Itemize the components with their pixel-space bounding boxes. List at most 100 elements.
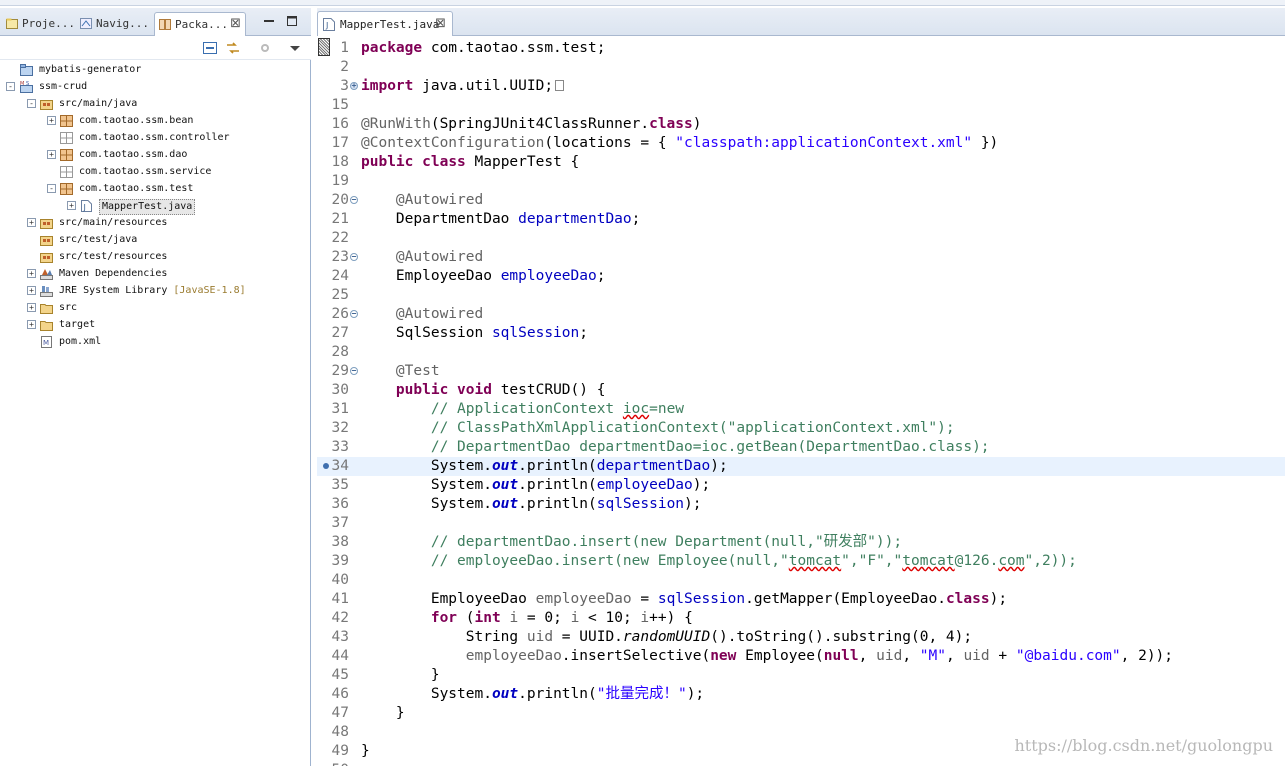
tab-mappertest-java[interactable]: J MapperTest.java ⊠ <box>317 11 453 36</box>
view-toolbar <box>0 36 311 60</box>
code-token: String <box>361 629 527 645</box>
tree-item[interactable]: com.taotao.ssm.service <box>0 164 310 181</box>
code-line[interactable]: 36 System.out.println(sqlSession); <box>317 495 1285 514</box>
jre-library-icon <box>40 286 53 297</box>
collapse-toggle[interactable]: - <box>27 99 36 108</box>
code-token: // ClassPathXmlApplicationContext("appli… <box>361 420 955 436</box>
code-line[interactable]: 23− @Autowired <box>317 248 1285 267</box>
code-line[interactable]: 29− @Test <box>317 362 1285 381</box>
tab-project-explorer[interactable]: Proje... <box>2 12 75 36</box>
collapse-fold-icon[interactable]: − <box>350 253 358 261</box>
code-line[interactable]: 16 @RunWith(SpringJUnit4ClassRunner.class… <box>317 115 1285 134</box>
code-line[interactable]: 50 <box>317 761 1285 766</box>
tree-item[interactable]: + target <box>0 317 310 334</box>
code-line[interactable]: 39 // employeeDao.insert(new Employee(nu… <box>317 552 1285 571</box>
tree-item-label: JRE System Library [JavaSE-1.8] <box>59 285 246 296</box>
code-line[interactable]: 2 <box>317 58 1285 77</box>
code-token: class <box>649 116 693 132</box>
collapse-fold-icon[interactable]: − <box>350 196 358 204</box>
code-line[interactable]: 15 <box>317 96 1285 115</box>
collapse-fold-icon[interactable]: − <box>350 310 358 318</box>
tree-item[interactable]: + J MapperTest.java <box>0 198 310 215</box>
code-token: // departmentDao.insert(new Department(n… <box>361 534 903 550</box>
code-line[interactable]: 33 // DepartmentDao departmentDao=ioc.ge… <box>317 438 1285 457</box>
folded-import-icon[interactable] <box>555 80 565 91</box>
tree-item[interactable]: com.taotao.ssm.controller <box>0 130 310 147</box>
code-area[interactable]: 1 package com.taotao.ssm.test; 2 3 + import j… <box>317 38 1285 766</box>
code-text: for (int i = 0; i < 10; i++) { <box>361 609 693 628</box>
code-line[interactable]: 3 + import java.util.UUID; <box>317 77 1285 96</box>
code-token: i <box>509 610 519 626</box>
expand-toggle[interactable]: + <box>47 150 56 159</box>
tree-item[interactable]: - M Sssm-crud <box>0 79 310 96</box>
tree-item[interactable]: + com.taotao.ssm.bean <box>0 113 310 130</box>
code-line[interactable]: 46 System.out.println("批量完成！"); <box>317 685 1285 704</box>
code-line[interactable]: 28 <box>317 343 1285 362</box>
expand-toggle[interactable]: + <box>47 116 56 125</box>
code-line[interactable]: 25 <box>317 286 1285 305</box>
code-line[interactable]: 31 // ApplicationContext ioc=new <box>317 400 1285 419</box>
tree-item[interactable]: + src <box>0 300 310 317</box>
tree-item[interactable]: + Maven Dependencies <box>0 266 310 283</box>
collapse-fold-icon[interactable]: − <box>350 367 358 375</box>
link-with-editor-icon[interactable] <box>225 41 241 55</box>
code-line[interactable]: 1 package com.taotao.ssm.test; <box>317 39 1285 58</box>
code-line[interactable]: 43 String uid = UUID.randomUUID().toStri… <box>317 628 1285 647</box>
close-icon[interactable]: ⊠ <box>230 16 241 31</box>
expand-toggle[interactable]: + <box>27 286 36 295</box>
minimize-icon[interactable] <box>262 14 276 28</box>
code-line[interactable]: 32 // ClassPathXmlApplicationContext("ap… <box>317 419 1285 438</box>
code-line[interactable]: 42 for (int i = 0; i < 10; i++) { <box>317 609 1285 628</box>
code-line[interactable]: 20− @Autowired <box>317 191 1285 210</box>
tab-package-explorer[interactable]: Packa... ⊠ <box>154 12 246 36</box>
code-line[interactable]: 37 <box>317 514 1285 533</box>
code-line[interactable]: 26− @Autowired <box>317 305 1285 324</box>
tree-item[interactable]: src/test/java <box>0 232 310 249</box>
code-line[interactable]: 35 System.out.println(employeeDao); <box>317 476 1285 495</box>
maximize-icon[interactable] <box>285 14 299 28</box>
view-menu-icon[interactable] <box>287 41 303 55</box>
tree-item[interactable]: - src/main/java <box>0 96 310 113</box>
expand-toggle[interactable]: + <box>27 218 36 227</box>
code-token: SqlSession <box>361 325 492 341</box>
code-line[interactable]: 41 EmployeeDao employeeDao = sqlSession.… <box>317 590 1285 609</box>
code-text: // ApplicationContext ioc=new <box>361 400 684 419</box>
close-icon[interactable]: ⊠ <box>435 16 446 31</box>
code-line[interactable]: 34 System.out.println(departmentDao); <box>317 457 1285 476</box>
tree-item[interactable]: + com.taotao.ssm.dao <box>0 147 310 164</box>
code-line[interactable]: 38 // departmentDao.insert(new Departmen… <box>317 533 1285 552</box>
collapse-toggle[interactable]: - <box>6 82 15 91</box>
code-line[interactable]: 45 } <box>317 666 1285 685</box>
code-token: , <box>858 648 877 664</box>
tree-item[interactable]: src/test/resources <box>0 249 310 266</box>
collapse-all-icon[interactable] <box>202 41 218 55</box>
tab-navigator[interactable]: Navig... <box>76 12 152 36</box>
code-line[interactable]: 40 <box>317 571 1285 590</box>
code-token: // ApplicationContext <box>361 401 623 417</box>
code-line[interactable]: 19 <box>317 172 1285 191</box>
code-line[interactable]: 22 <box>317 229 1285 248</box>
code-line[interactable]: 30 public void testCRUD() { <box>317 381 1285 400</box>
code-line[interactable]: 18 public class MapperTest { <box>317 153 1285 172</box>
code-line[interactable]: 44 employeeDao.insertSelective(new Emplo… <box>317 647 1285 666</box>
tree-item[interactable]: mybatis-generator <box>0 62 310 79</box>
code-token: testCRUD() { <box>491 382 606 398</box>
expand-toggle[interactable]: + <box>27 303 36 312</box>
code-line[interactable]: 24 EmployeeDao employeeDao; <box>317 267 1285 286</box>
expand-fold-icon[interactable]: + <box>350 82 358 90</box>
tree-item[interactable]: + JRE System Library [JavaSE-1.8] <box>0 283 310 300</box>
code-line[interactable]: 21 DepartmentDao departmentDao; <box>317 210 1285 229</box>
expand-toggle[interactable]: + <box>27 269 36 278</box>
tree-item[interactable]: - com.taotao.ssm.test <box>0 181 310 198</box>
code-line[interactable]: 47 } <box>317 704 1285 723</box>
expand-toggle[interactable]: + <box>27 320 36 329</box>
expand-toggle[interactable]: + <box>67 201 76 210</box>
collapse-toggle[interactable]: - <box>47 184 56 193</box>
tree-item-label: com.taotao.ssm.service <box>79 166 212 177</box>
focus-icon[interactable] <box>257 41 273 55</box>
tree-item[interactable]: Mpom.xml <box>0 334 310 351</box>
tree-item[interactable]: + src/main/resources <box>0 215 310 232</box>
code-line[interactable]: 27 SqlSession sqlSession; <box>317 324 1285 343</box>
code-line[interactable]: 17 @ContextConfiguration(locations = { "c… <box>317 134 1285 153</box>
